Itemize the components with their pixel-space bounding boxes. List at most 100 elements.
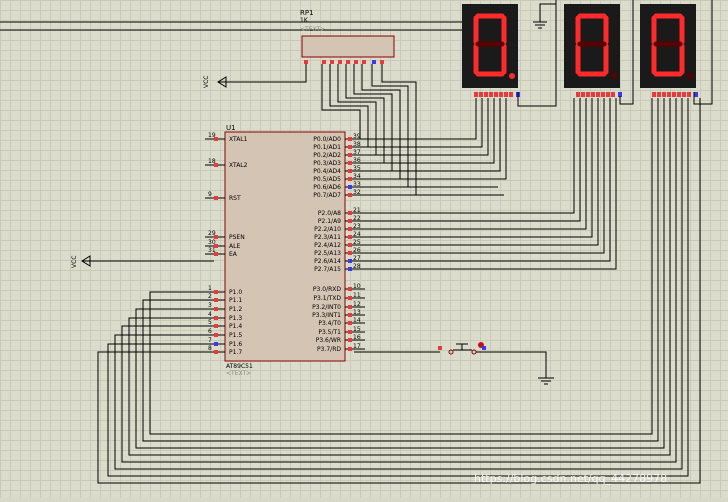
pin-number: 5 xyxy=(208,319,212,326)
schematic-canvas[interactable]: RP1 1K <TEXT> VCC U1 AT89C51 <TEXT> 19 X… xyxy=(0,0,728,498)
display-pin xyxy=(586,92,590,97)
ground-symbol-top xyxy=(533,3,556,29)
rp1-ref-label: RP1 xyxy=(300,9,314,17)
pin-number: 18 xyxy=(208,158,216,165)
pin-number: 2 xyxy=(208,293,212,300)
pin-name: ALE xyxy=(229,243,240,250)
seg-dp xyxy=(687,73,693,79)
display-pin xyxy=(662,92,666,97)
pin-number: 14 xyxy=(353,317,361,324)
watermark-text: https://blog.csdn.net/qq_44278978 xyxy=(474,472,667,485)
display-pin xyxy=(489,92,493,97)
pin-name: P2.5/A13 xyxy=(314,250,341,257)
display-pin xyxy=(484,92,488,97)
pin-name: P2.2/A10 xyxy=(314,226,341,233)
vcc-terminal-mid[interactable]: VCC xyxy=(71,255,214,268)
pin-number: 17 xyxy=(353,343,361,350)
pin-name: P0.5/AD5 xyxy=(313,176,341,183)
pin-name: P2.3/A11 xyxy=(314,234,341,241)
pin-name: P0.4/AD4 xyxy=(313,168,341,175)
display-pin xyxy=(494,92,498,97)
display-pin xyxy=(601,92,605,97)
pin-number: 6 xyxy=(208,328,212,335)
seven-segment-display-1[interactable] xyxy=(462,4,520,97)
pin-name: PSEN xyxy=(229,234,245,241)
seg-dp xyxy=(509,73,515,79)
pin-name: P0.2/AD2 xyxy=(313,152,341,159)
display-pin xyxy=(611,92,615,97)
rp1-body xyxy=(301,35,395,58)
pin-name: P2.7/A15 xyxy=(314,266,341,273)
display-pin xyxy=(504,92,508,97)
pin-name: P3.5/T1 xyxy=(318,329,341,336)
pin-number: 29 xyxy=(208,230,216,237)
pin-number: 4 xyxy=(208,311,212,318)
pin-name: P0.1/AD1 xyxy=(313,144,341,151)
pin-number: 11 xyxy=(353,292,361,299)
pin-number: 7 xyxy=(208,337,212,344)
pin-number: 9 xyxy=(208,191,212,198)
pin-name: P3.2/INT0 xyxy=(312,304,341,311)
display-pin xyxy=(687,92,691,97)
pin-number: 31 xyxy=(208,247,216,254)
vcc-terminal-top[interactable]: VCC xyxy=(203,64,307,88)
seven-segment-display-3[interactable] xyxy=(640,4,698,97)
pin-name: P0.7/AD7 xyxy=(313,192,341,199)
vcc-label-top: VCC xyxy=(203,76,210,88)
pin-name: P0.0/AD0 xyxy=(313,136,341,143)
pin-number: 10 xyxy=(353,283,361,290)
seg-dp xyxy=(611,73,617,79)
pin-name: P3.1/TXD xyxy=(313,295,341,302)
ground-symbol-bottom xyxy=(538,377,554,385)
display-pin xyxy=(677,92,681,97)
pin-name: P2.0/A8 xyxy=(318,210,341,217)
rp1-pins xyxy=(304,60,384,64)
pin-name: P1.4 xyxy=(229,323,242,330)
mcu-u1[interactable]: U1 AT89C51 <TEXT> 19XTAL118XTAL29RST29PS… xyxy=(205,124,365,377)
pin-name: P1.0 xyxy=(229,289,242,296)
pin-name: EA xyxy=(229,251,238,258)
seven-segment-displays[interactable] xyxy=(462,4,698,97)
pin-name: P3.3/INT1 xyxy=(312,312,341,319)
pin-number: 13 xyxy=(353,309,361,316)
pin-name: P1.2 xyxy=(229,306,242,313)
display-pin xyxy=(682,92,686,97)
rp1-text-tag: <TEXT> xyxy=(300,26,325,33)
u1-ref-label: U1 xyxy=(226,124,236,132)
pin-name: P2.4/A12 xyxy=(314,242,341,249)
pin-name: P1.6 xyxy=(229,341,242,348)
pin-name: P2.6/A14 xyxy=(314,258,341,265)
pin-number: 15 xyxy=(353,326,361,333)
pin-name: P0.6/AD6 xyxy=(313,184,341,191)
display-pin xyxy=(596,92,600,97)
wire-top-left[interactable] xyxy=(0,21,462,31)
display-pin xyxy=(672,92,676,97)
display-pin xyxy=(479,92,483,97)
display-pin xyxy=(576,92,580,97)
pushbutton-switch[interactable] xyxy=(354,342,547,378)
pin-name: P1.5 xyxy=(229,332,242,339)
pin-number: 30 xyxy=(208,239,216,246)
pin-number: 8 xyxy=(208,345,212,352)
pin-name: P3.7/RD xyxy=(317,346,341,353)
resistor-pack-rp1[interactable]: RP1 1K <TEXT> xyxy=(300,9,395,64)
pin-number: 19 xyxy=(208,132,216,139)
u1-port0-pins: 39P0.0/AD038P0.1/AD137P0.2/AD236P0.3/AD3… xyxy=(313,133,365,199)
pin-number: 12 xyxy=(353,301,361,308)
pin-name: RST xyxy=(229,195,241,202)
display-pin xyxy=(474,92,478,97)
display-common-pin xyxy=(694,92,698,97)
display-pin xyxy=(499,92,503,97)
port2-bus-wires[interactable] xyxy=(354,98,617,270)
seven-segment-display-2[interactable] xyxy=(564,4,622,97)
pin-name: P2.1/A9 xyxy=(318,218,341,225)
pin-number: 1 xyxy=(208,285,212,292)
display-pin xyxy=(581,92,585,97)
schematic-svg[interactable]: RP1 1K <TEXT> VCC U1 AT89C51 <TEXT> 19XT… xyxy=(0,0,728,498)
u1-text-tag: <TEXT> xyxy=(226,370,251,377)
pin-name: P3.0/RXD xyxy=(313,286,341,293)
pin-name: XTAL2 xyxy=(229,162,248,169)
display-pin xyxy=(652,92,656,97)
pin-number: 16 xyxy=(353,334,361,341)
pin-name: P0.3/AD3 xyxy=(313,160,341,167)
